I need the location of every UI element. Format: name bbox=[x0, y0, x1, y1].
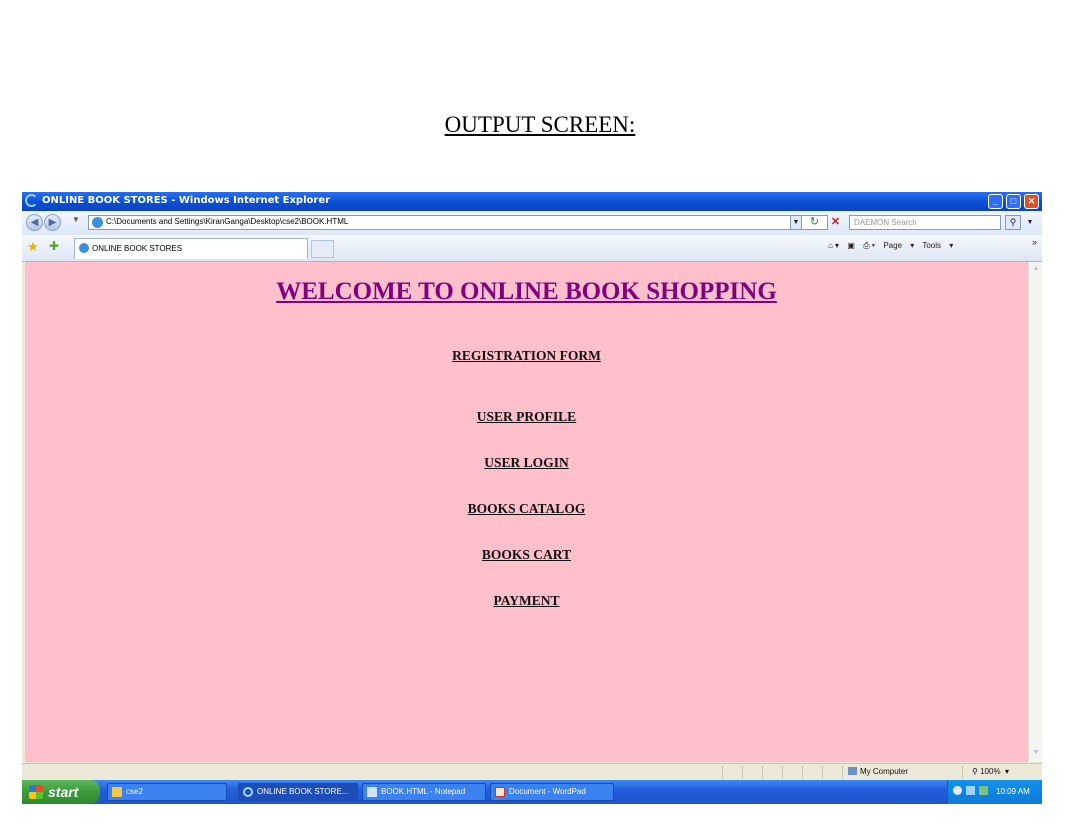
link-registration-form[interactable]: REGISTRATION FORM bbox=[25, 348, 1028, 364]
notepad-icon bbox=[367, 787, 377, 797]
status-divider bbox=[822, 766, 823, 779]
close-button[interactable]: ✕ bbox=[1024, 194, 1039, 209]
favorites-star-icon[interactable]: ★ bbox=[27, 239, 39, 255]
print-icon[interactable]: ⎙ ▾ bbox=[863, 241, 875, 250]
tab-bar: ★ ✚ ONLINE BOOK STORES ⌂ ▾ ▣ ⎙ ▾ Page ▾ … bbox=[22, 235, 1042, 262]
address-input[interactable]: C:\Documents and Settings\KiranGanga\Des… bbox=[88, 215, 828, 230]
minimize-button[interactable]: _ bbox=[988, 194, 1003, 209]
document-heading: OUTPUT SCREEN: bbox=[444, 112, 636, 137]
status-divider bbox=[802, 766, 803, 779]
network-icon[interactable] bbox=[953, 786, 962, 795]
volume-icon[interactable] bbox=[966, 786, 976, 795]
tray-icons[interactable] bbox=[953, 786, 989, 798]
tools-menu[interactable]: Tools ▾ bbox=[922, 241, 953, 250]
search-input[interactable]: DAEMON Search bbox=[849, 215, 1001, 230]
scroll-down-icon[interactable]: ▼ bbox=[1031, 748, 1041, 758]
task-label: ONLINE BOOK STORE... bbox=[257, 787, 349, 796]
history-dropdown-icon[interactable]: ▼ bbox=[72, 215, 80, 224]
link-books-cart[interactable]: BOOKS CART bbox=[25, 547, 1028, 563]
forward-button[interactable]: ▶ bbox=[44, 214, 61, 231]
status-bar: My Computer ⚲ 100% ▾ bbox=[22, 763, 1042, 781]
status-divider bbox=[842, 766, 843, 779]
security-zone: My Computer bbox=[848, 767, 908, 776]
browser-window: ONLINE BOOK STORES - Windows Internet Ex… bbox=[22, 192, 1042, 804]
page-icon bbox=[92, 217, 103, 228]
ie-logo-icon bbox=[25, 194, 38, 207]
task-label: Document - WordPad bbox=[509, 787, 586, 796]
search-options-icon[interactable]: ▼ bbox=[1024, 215, 1036, 230]
tray-app-icon[interactable] bbox=[979, 786, 989, 795]
zoom-label: 100% bbox=[980, 767, 1001, 776]
tab-label: ONLINE BOOK STORES bbox=[92, 244, 183, 253]
vertical-scrollbar[interactable]: ▲ ▼ bbox=[1028, 262, 1042, 762]
tab-online-book-stores[interactable]: ONLINE BOOK STORES bbox=[74, 238, 308, 259]
taskbar: start cse2 ONLINE BOOK STORE... BOOK.HTM… bbox=[22, 780, 1042, 804]
start-button[interactable]: start bbox=[22, 780, 100, 804]
link-user-login[interactable]: USER LOGIN bbox=[25, 455, 1028, 471]
link-books-catalog[interactable]: BOOKS CATALOG bbox=[25, 501, 1028, 517]
start-label: start bbox=[48, 784, 79, 800]
page-content: WELCOME TO ONLINE BOOK SHOPPING REGISTRA… bbox=[25, 262, 1028, 762]
ie-icon bbox=[243, 787, 253, 797]
new-tab-button[interactable] bbox=[311, 240, 334, 258]
search-icon[interactable]: ⚲ bbox=[1005, 215, 1021, 230]
status-divider bbox=[722, 766, 723, 779]
zone-label: My Computer bbox=[860, 767, 909, 776]
back-button[interactable]: ◀ bbox=[26, 214, 43, 231]
address-dropdown-icon[interactable]: ▼ bbox=[790, 215, 802, 230]
page-title: WELCOME TO ONLINE BOOK SHOPPING bbox=[276, 278, 777, 305]
link-user-profile[interactable]: USER PROFILE bbox=[25, 409, 1028, 425]
system-tray: 10:09 AM bbox=[947, 780, 1042, 804]
window-title: ONLINE BOOK STORES - Windows Internet Ex… bbox=[42, 195, 331, 206]
address-url: C:\Documents and Settings\KiranGanga\Des… bbox=[106, 217, 349, 226]
computer-icon bbox=[848, 767, 857, 775]
add-favorites-icon[interactable]: ✚ bbox=[49, 239, 59, 253]
status-divider bbox=[962, 766, 963, 779]
stop-icon[interactable]: ✕ bbox=[828, 215, 843, 230]
feeds-icon[interactable]: ▣ bbox=[847, 241, 855, 250]
command-bar: ⌂ ▾ ▣ ⎙ ▾ Page ▾ Tools ▾ bbox=[828, 241, 959, 251]
link-payment[interactable]: PAYMENT bbox=[25, 593, 1028, 609]
tab-page-icon bbox=[79, 243, 89, 253]
task-label: cse2 bbox=[126, 787, 143, 796]
wordpad-icon bbox=[495, 787, 505, 797]
page-menu[interactable]: Page ▾ bbox=[883, 241, 914, 250]
taskbar-item-ie[interactable]: ONLINE BOOK STORE... bbox=[238, 783, 358, 801]
tools-menu-label: Tools bbox=[922, 241, 942, 250]
taskbar-item-notepad[interactable]: BOOK.HTML - Notepad bbox=[362, 783, 486, 801]
clock: 10:09 AM bbox=[996, 787, 1030, 796]
address-bar: ◀ ▶ ▼ C:\Documents and Settings\KiranGan… bbox=[22, 211, 1042, 236]
maximize-button[interactable]: □ bbox=[1006, 194, 1021, 209]
status-divider bbox=[742, 766, 743, 779]
page-menu-label: Page bbox=[883, 241, 903, 250]
chevron-more-icon[interactable]: » bbox=[1032, 237, 1037, 247]
scroll-up-icon[interactable]: ▲ bbox=[1031, 264, 1041, 274]
title-bar: ONLINE BOOK STORES - Windows Internet Ex… bbox=[22, 192, 1042, 211]
windows-logo-icon bbox=[29, 785, 43, 799]
status-divider bbox=[782, 766, 783, 779]
folder-icon bbox=[112, 787, 122, 797]
task-label: BOOK.HTML - Notepad bbox=[381, 787, 466, 796]
taskbar-item-wordpad[interactable]: Document - WordPad bbox=[490, 783, 614, 801]
home-icon[interactable]: ⌂ ▾ bbox=[828, 241, 839, 250]
refresh-icon[interactable]: ↻ bbox=[807, 215, 822, 230]
taskbar-item-cse2[interactable]: cse2 bbox=[107, 783, 227, 801]
status-divider bbox=[762, 766, 763, 779]
zoom-control[interactable]: ⚲ 100% ▾ bbox=[972, 767, 1009, 776]
